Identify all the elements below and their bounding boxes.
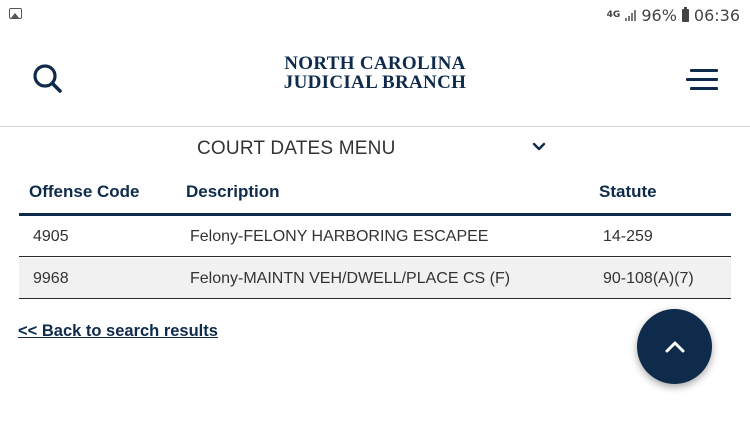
court-dates-menu-toggle[interactable]: COURT DATES MENU (197, 134, 557, 164)
column-header-description: Description (186, 182, 280, 201)
offense-code: 4905 (33, 228, 69, 245)
image-icon (9, 8, 22, 19)
network-indicator: 4G (606, 9, 621, 20)
column-header-offense-code: Offense Code (29, 182, 140, 201)
offense-description: Felony-MAINTN VEH/DWELL/PLACE CS (F) (190, 270, 511, 287)
offense-statute: 14-259 (603, 228, 653, 245)
offense-statute: 90-108(A)(7) (603, 270, 694, 287)
court-dates-menu-label: COURT DATES MENU (197, 138, 396, 159)
scroll-to-top-button[interactable] (637, 309, 712, 384)
chevron-up-icon (665, 341, 685, 353)
search-icon (33, 64, 62, 93)
status-bar: 4G 96% 06:36 (0, 0, 750, 30)
hamburger-menu-button[interactable] (686, 67, 718, 91)
brand-line-2: JUDICIAL BRANCH (283, 72, 467, 93)
search-button[interactable] (30, 61, 66, 97)
chevron-down-icon (532, 142, 546, 151)
brand-line-1: NORTH CAROLINA (284, 53, 466, 74)
site-header: NORTH CAROLINA JUDICIAL BRANCH (0, 30, 750, 127)
table-row: 9968 Felony-MAINTN VEH/DWELL/PLACE CS (F… (19, 258, 731, 299)
table-header-row: Offense Code Description Statute (19, 174, 731, 216)
back-to-search-results-link[interactable]: << Back to search results (18, 322, 218, 341)
column-header-statute: Statute (599, 182, 657, 201)
hamburger-menu-icon (690, 69, 718, 72)
brand-logo[interactable]: NORTH CAROLINA JUDICIAL BRANCH (250, 54, 500, 92)
offense-code: 9968 (33, 270, 69, 287)
offense-description: Felony-FELONY HARBORING ESCAPEE (190, 228, 489, 245)
table-row: 4905 Felony-FELONY HARBORING ESCAPEE 14-… (19, 216, 731, 257)
signal-icon (625, 9, 637, 21)
clock: 06:36 (693, 5, 740, 25)
status-right: 4G 96% 06:36 (607, 5, 740, 25)
offense-table: Offense Code Description Statute 4905 Fe… (19, 174, 731, 301)
battery-icon (681, 6, 689, 22)
battery-percent: 96% (641, 5, 677, 25)
